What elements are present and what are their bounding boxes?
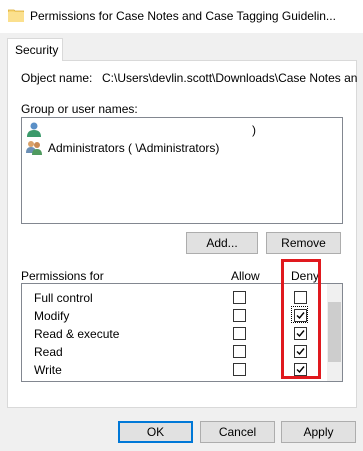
permission-row-write: Write <box>22 360 322 378</box>
deny-column-highlight <box>281 259 321 379</box>
user-name: Administrators ( \Administrators) <box>48 141 220 155</box>
permission-row-full-control: Full control <box>22 288 322 306</box>
permission-name: Full control <box>34 291 93 305</box>
ok-button[interactable]: OK <box>118 421 193 443</box>
allow-checkbox[interactable] <box>233 363 246 376</box>
user-list-item[interactable]: Administrators ( \Administrators) <box>26 139 326 157</box>
cancel-button[interactable]: Cancel <box>200 421 275 443</box>
permission-row-read: Read <box>22 342 322 360</box>
group-names-label: Group or user names: <box>21 102 138 116</box>
object-name-label: Object name: <box>21 71 93 85</box>
title-bar: Permissions for Case Notes and Case Tagg… <box>0 0 363 33</box>
permission-name: Read <box>34 345 63 359</box>
apply-button[interactable]: Apply <box>281 421 356 443</box>
user-icon <box>26 121 42 137</box>
allow-checkbox[interactable] <box>233 291 246 304</box>
scrollbar-thumb[interactable] <box>328 302 341 362</box>
folder-icon <box>7 8 25 23</box>
user-list-item[interactable]: ) <box>26 121 326 139</box>
user-list[interactable]: ) Administrators ( \Administrators) <box>21 117 343 224</box>
allow-checkbox[interactable] <box>233 345 246 358</box>
window-title: Permissions for Case Notes and Case Tagg… <box>30 9 336 23</box>
add-button[interactable]: Add... <box>186 232 258 254</box>
permission-name: Read & execute <box>34 327 120 341</box>
tab-security-label: Security <box>15 43 59 57</box>
permission-name: Modify <box>34 309 70 323</box>
user-name: ) <box>252 123 256 137</box>
allow-checkbox[interactable] <box>233 327 246 340</box>
permission-name: Write <box>34 363 62 377</box>
permission-row-read-execute: Read & execute <box>22 324 322 342</box>
tab-security[interactable]: Security <box>7 38 63 61</box>
object-name-value: C:\Users\devlin.scott\Downloads\Case Not… <box>102 71 357 85</box>
allow-column-header: Allow <box>231 269 260 283</box>
allow-checkbox[interactable] <box>233 309 246 322</box>
permissions-for-label: Permissions for <box>21 269 104 283</box>
group-icon <box>26 139 42 155</box>
remove-button[interactable]: Remove <box>266 232 341 254</box>
permissions-scrollbar[interactable] <box>327 284 342 381</box>
permission-row-modify: Modify <box>22 306 322 324</box>
